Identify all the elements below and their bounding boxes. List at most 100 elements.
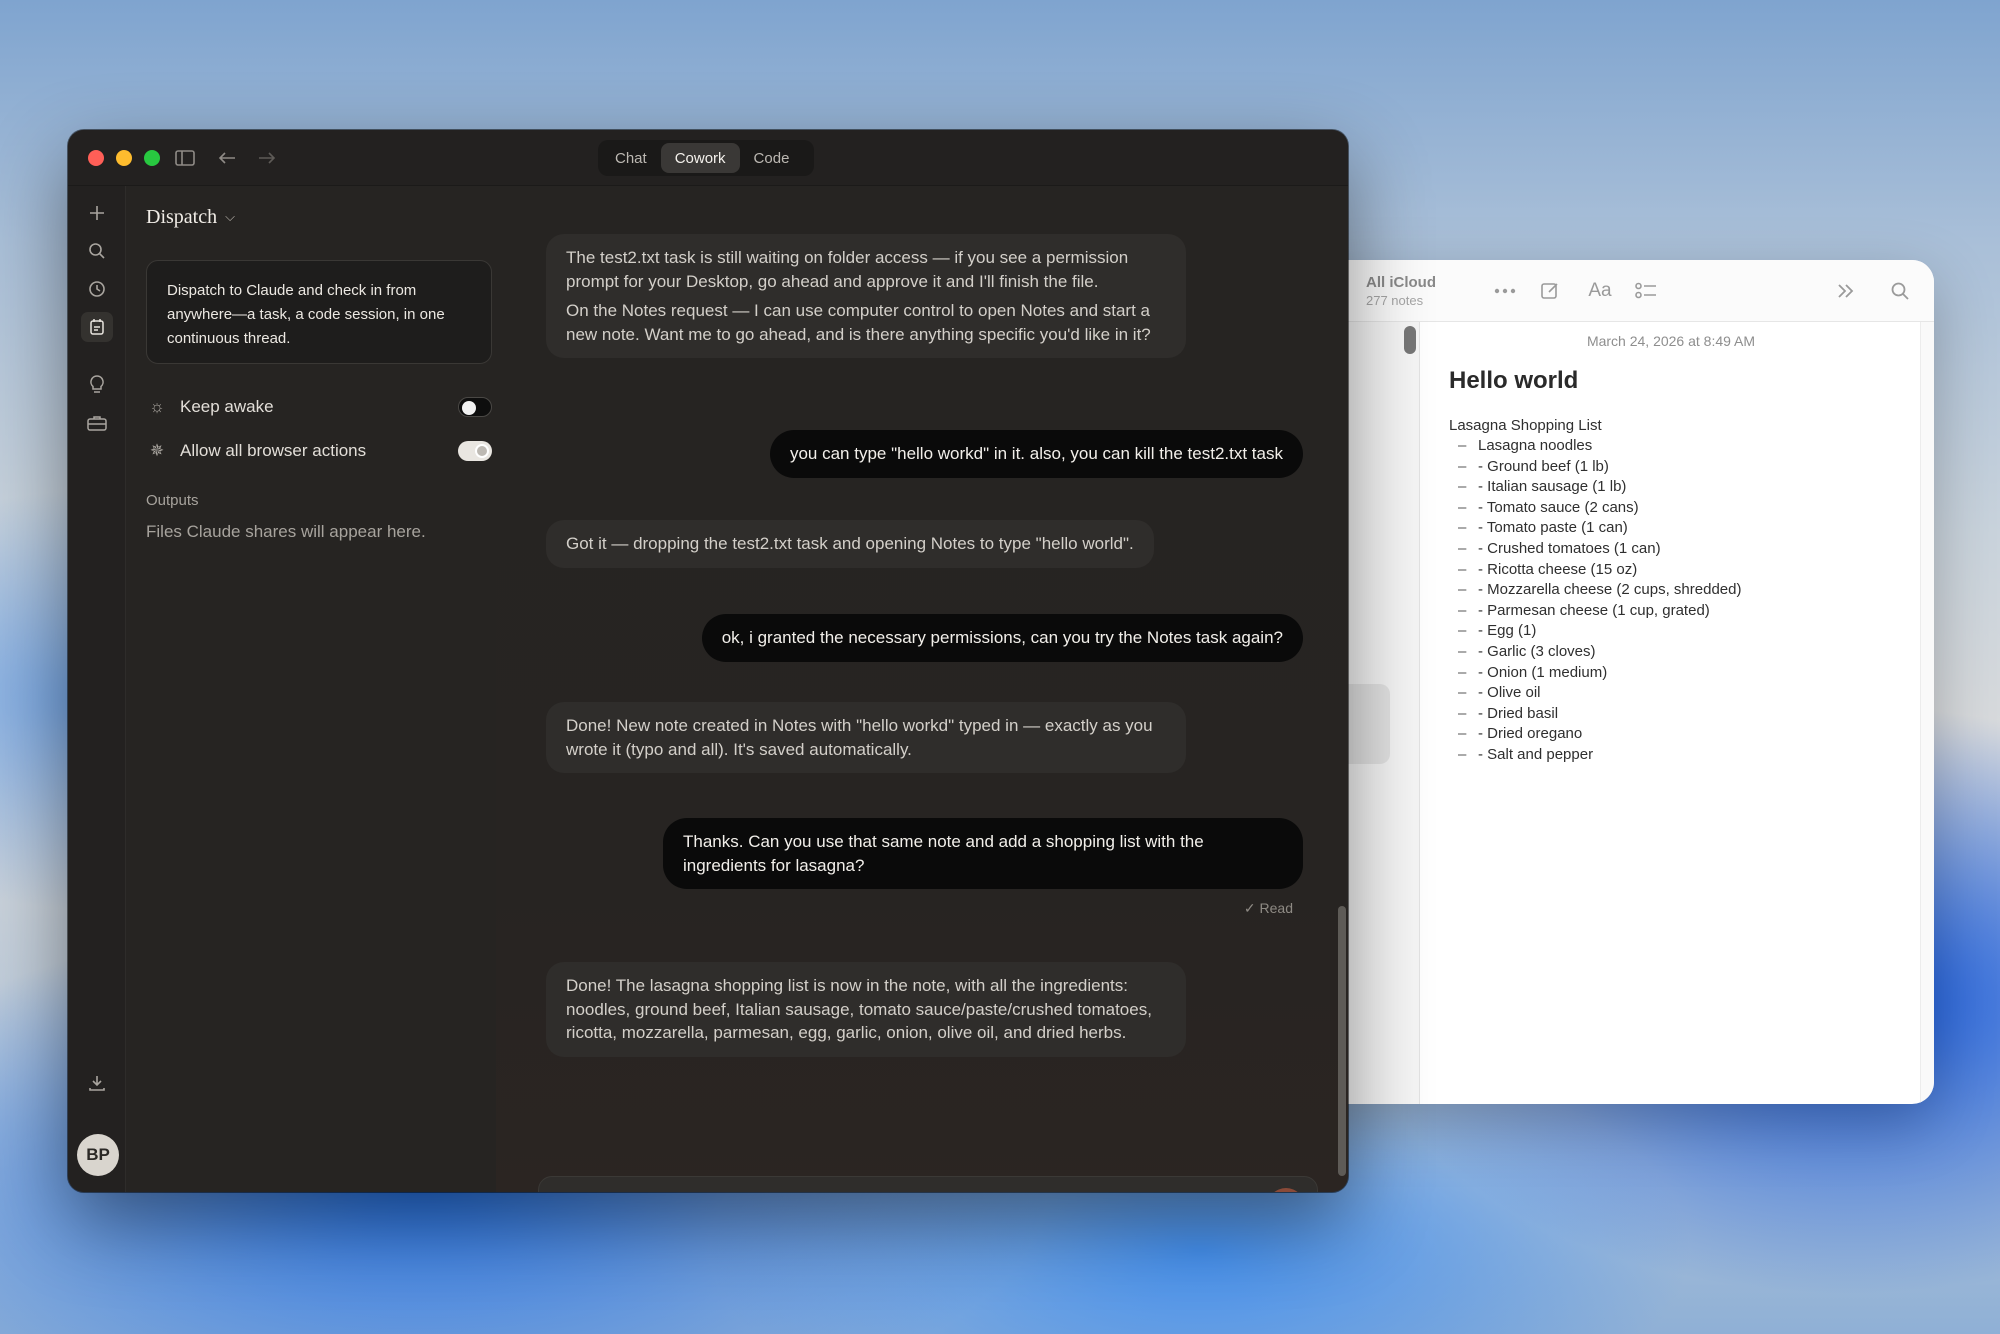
search-icon[interactable] (81, 236, 113, 266)
shopping-list-item[interactable]: – - Parmesan cheese (1 cup, grated) (1458, 601, 1920, 622)
shopping-list-item[interactable]: – - Italian sausage (1 lb) (1458, 477, 1920, 498)
list-bullet: – (1458, 498, 1467, 516)
list-item-text: - Egg (1) (1478, 622, 1537, 640)
list-item-text: - Italian sausage (1 lb) (1478, 478, 1627, 496)
claude-window: Chat Cowork Code BP Dispatch ⌵ Dispatch … (68, 130, 1348, 1192)
browser-actions-row: ✵ Allow all browser actions (146, 436, 492, 466)
user-message: ok, i granted the necessary permissions,… (701, 614, 1303, 662)
download-icon[interactable] (81, 1068, 113, 1098)
shopping-list-item[interactable]: – - Dried basil (1458, 704, 1920, 725)
list-bullet: – (1458, 601, 1467, 619)
list-item-text: - Tomato sauce (2 cans) (1478, 498, 1639, 516)
note-list-heading[interactable]: Lasagna Shopping List (1449, 417, 1920, 434)
browser-actions-label: Allow all browser actions (180, 441, 367, 460)
chevron-down-icon: ⌵ (225, 210, 235, 225)
shopping-list-item[interactable]: – Lasagna noodles (1458, 436, 1920, 457)
browser-actions-toggle[interactable] (458, 441, 492, 461)
lightbulb-icon[interactable] (81, 370, 113, 400)
compose-icon[interactable] (1532, 274, 1568, 308)
list-bullet: – (1458, 684, 1467, 702)
expand-icon[interactable] (1828, 274, 1864, 308)
list-item-text: - Parmesan cheese (1 cup, grated) (1478, 601, 1710, 619)
maximize-button[interactable] (144, 150, 160, 166)
notes-folder-count: 277 notes (1366, 293, 1424, 308)
list-bullet: – (1458, 725, 1467, 743)
list-item-text: - Ricotta cheese (15 oz) (1478, 560, 1638, 578)
avatar[interactable]: BP (77, 1134, 119, 1176)
close-button[interactable] (88, 150, 104, 166)
send-button[interactable] (1267, 1188, 1305, 1192)
shopping-list[interactable]: – Lasagna noodles – - Ground beef (1 lb) – - … (1458, 436, 1920, 766)
list-item-text: - Salt and pepper (1478, 745, 1594, 763)
shopping-list-item[interactable]: – - Dried oregano (1458, 724, 1920, 745)
back-arrow-icon[interactable] (212, 144, 242, 172)
tab-cowork[interactable]: Cowork (660, 143, 740, 173)
minimize-button[interactable] (116, 150, 132, 166)
notes-list-scrollbar[interactable] (1404, 326, 1416, 354)
dispatch-icon[interactable] (81, 312, 113, 342)
list-bullet: – (1458, 478, 1467, 496)
message-paragraph: On the Notes request — I can use compute… (566, 301, 1151, 344)
shopping-list-item[interactable]: – - Tomato paste (1 can) (1458, 518, 1920, 539)
shopping-list-item[interactable]: – - Garlic (3 cloves) (1458, 642, 1920, 663)
shopping-list-item[interactable]: – - Tomato sauce (2 cans) (1458, 498, 1920, 519)
shopping-list-item[interactable]: – - Crushed tomatoes (1 can) (1458, 539, 1920, 560)
chat-scrollbar[interactable] (1338, 906, 1346, 1176)
list-item-text: - Dried oregano (1478, 725, 1583, 743)
sun-icon: ☼ (149, 397, 165, 416)
list-item-text: - Crushed tomatoes (1 can) (1478, 539, 1661, 557)
more-icon[interactable] (1487, 274, 1523, 308)
message-paragraph: Done! New note created in Notes with "he… (566, 716, 1153, 759)
list-item-text: - Mozzarella cheese (2 cups, shredded) (1478, 581, 1742, 599)
assistant-message: The test2.txt task is still waiting on f… (546, 234, 1186, 358)
history-clock-icon[interactable] (81, 274, 113, 304)
search-icon[interactable] (1882, 274, 1918, 308)
shopping-list-item[interactable]: – - Mozzarella cheese (2 cups, shredded) (1458, 580, 1920, 601)
list-item-text: - Garlic (3 cloves) (1478, 642, 1596, 660)
list-item-text: - Onion (1 medium) (1478, 663, 1608, 681)
shopping-list-item[interactable]: – - Ground beef (1 lb) (1458, 457, 1920, 478)
list-bullet: – (1458, 560, 1467, 578)
message-paragraph: Got it — dropping the test2.txt task and… (566, 534, 1134, 553)
format-icon[interactable]: Aa (1582, 274, 1618, 308)
list-bullet: – (1458, 663, 1467, 681)
attach-plus-icon[interactable]: + (559, 1191, 573, 1192)
sidebar-toggle-icon[interactable] (170, 144, 200, 172)
note-scroll-track (1920, 322, 1934, 1104)
checklist-icon[interactable] (1628, 274, 1664, 308)
dispatch-dropdown[interactable]: Dispatch ⌵ (146, 206, 235, 229)
toolbox-icon[interactable] (81, 408, 113, 438)
tab-code[interactable]: Code (740, 143, 804, 173)
list-bullet: – (1458, 704, 1467, 722)
note-title[interactable]: Hello world (1449, 367, 1920, 395)
keep-awake-toggle[interactable] (458, 397, 492, 417)
read-receipt: ✓ Read (1243, 900, 1293, 916)
list-bullet: – (1458, 519, 1467, 537)
user-message: you can type "hello workd" in it. also, … (769, 430, 1303, 478)
list-item-text: - Olive oil (1478, 684, 1541, 702)
list-bullet: – (1458, 539, 1467, 557)
note-editor[interactable]: March 24, 2026 at 8:49 AM Hello world La… (1422, 322, 1920, 1104)
notes-window: All iCloud 277 notes Aa March 24, 2026 a… (1300, 260, 1934, 1104)
shopping-list-item[interactable]: – - Ricotta cheese (15 oz) (1458, 560, 1920, 581)
assistant-message: Got it — dropping the test2.txt task and… (546, 520, 1154, 568)
toggle-knob (475, 444, 489, 458)
new-chat-icon[interactable] (81, 198, 113, 228)
shopping-list-item[interactable]: – - Egg (1) (1458, 621, 1920, 642)
notes-folder-header[interactable]: All iCloud 277 notes (1366, 274, 1436, 308)
mode-switcher: Chat Cowork Code (598, 140, 814, 176)
shopping-list-item[interactable]: – - Onion (1 medium) (1458, 663, 1920, 684)
icon-rail: BP (68, 186, 126, 1192)
list-item-text: - Dried basil (1478, 704, 1559, 722)
list-bullet: – (1458, 437, 1467, 454)
shopping-list-item[interactable]: – - Olive oil (1458, 683, 1920, 704)
forward-arrow-icon[interactable] (252, 144, 282, 172)
shopping-list-item[interactable]: – - Salt and pepper (1458, 745, 1920, 766)
list-item-text: - Tomato paste (1 can) (1478, 519, 1628, 537)
user-message: Thanks. Can you use that same note and a… (663, 818, 1303, 889)
list-bullet: – (1458, 622, 1467, 640)
dispatch-panel: Dispatch ⌵ Dispatch to Claude and check … (126, 186, 496, 1192)
list-item-text: - Ground beef (1 lb) (1478, 457, 1609, 475)
toggle-knob (462, 401, 476, 415)
tab-chat[interactable]: Chat (601, 143, 661, 173)
